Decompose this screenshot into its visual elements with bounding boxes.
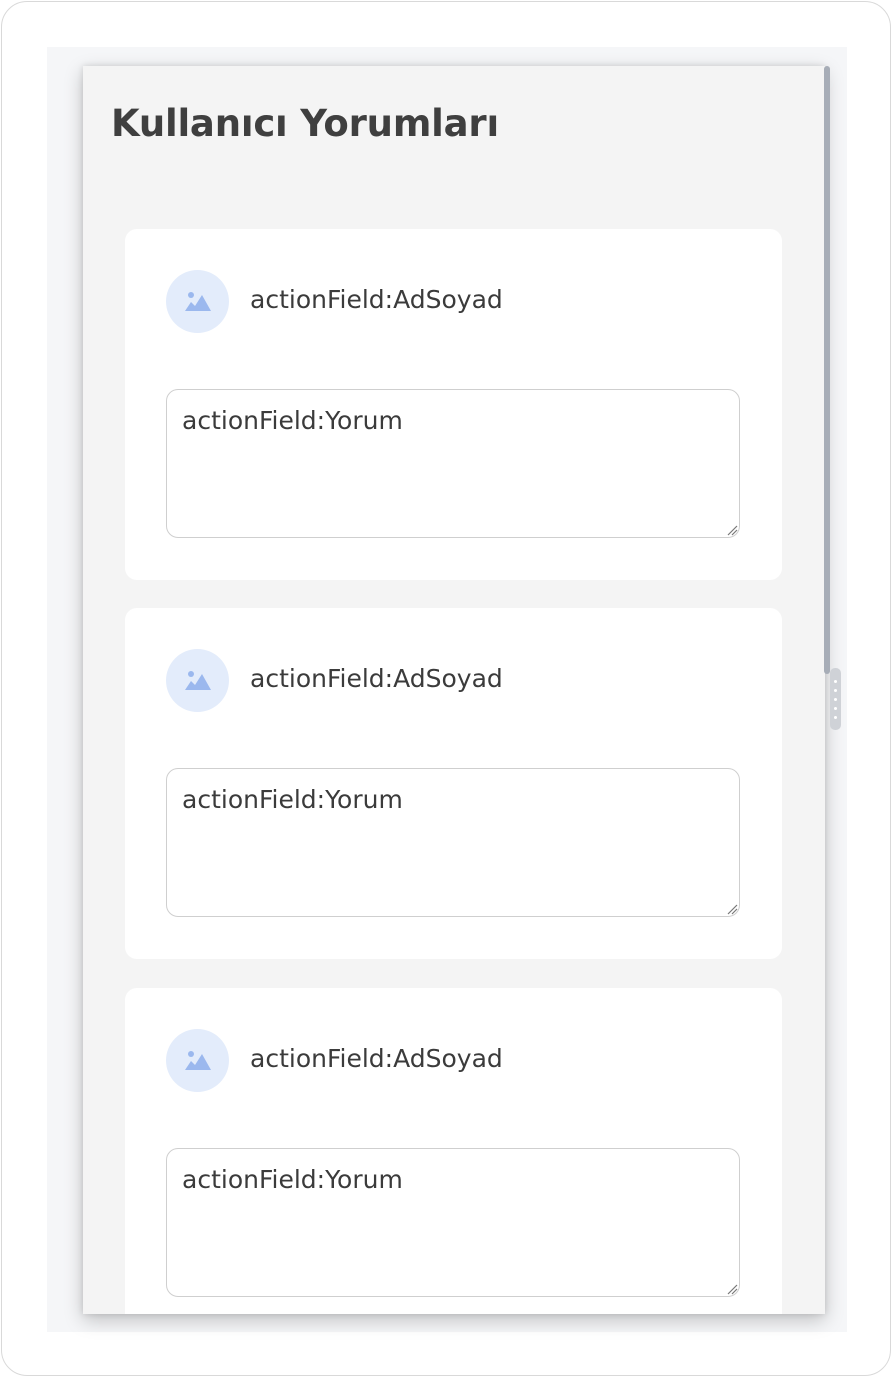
grip-dot (834, 698, 837, 701)
user-name: actionField:AdSoyad (250, 1044, 503, 1073)
grip-dot (834, 707, 837, 710)
image-placeholder-icon (185, 1051, 211, 1070)
grip-dot (834, 689, 837, 692)
page-title: Kullanıcı Yorumları (111, 102, 499, 145)
image-placeholder-icon (185, 292, 211, 311)
grip-dot (834, 716, 837, 719)
scrollbar-thumb[interactable] (824, 66, 830, 674)
comment-card: actionField:AdSoyad actionField:Yorum (125, 229, 782, 580)
comment-card: actionField:AdSoyad actionField:Yorum (125, 988, 782, 1314)
resize-grip-icon[interactable] (726, 524, 738, 536)
avatar (166, 270, 229, 333)
resize-grip-icon[interactable] (726, 903, 738, 915)
comment-textarea[interactable]: actionField:Yorum (166, 768, 740, 917)
comment-card: actionField:AdSoyad actionField:Yorum (125, 608, 782, 959)
comment-textarea[interactable]: actionField:Yorum (166, 389, 740, 538)
comment-textarea[interactable]: actionField:Yorum (166, 1148, 740, 1297)
avatar (166, 1029, 229, 1092)
resize-handle[interactable] (830, 668, 841, 730)
image-placeholder-icon (185, 671, 211, 690)
comments-panel: Kullanıcı Yorumları actionField:AdSoyad … (83, 66, 825, 1314)
user-name: actionField:AdSoyad (250, 664, 503, 693)
avatar (166, 649, 229, 712)
user-name: actionField:AdSoyad (250, 285, 503, 314)
resize-grip-icon[interactable] (726, 1283, 738, 1295)
grip-dot (834, 680, 837, 683)
